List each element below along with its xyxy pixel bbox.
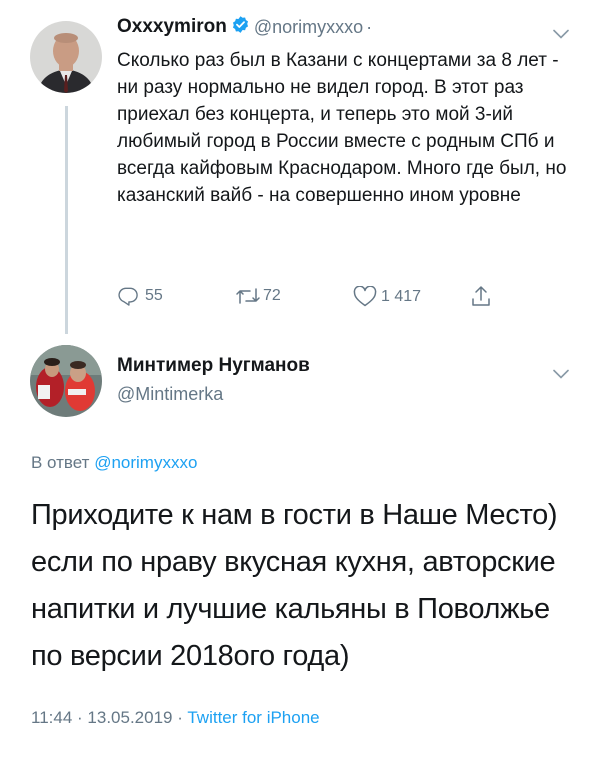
like-count: 1 417: [381, 287, 422, 305]
tweet2-source-link[interactable]: Twitter for iPhone: [187, 708, 319, 727]
replying-to-label: В ответ: [31, 453, 90, 472]
retweet-count: 72: [263, 287, 281, 304]
tweet2-meta: 11:44 · 13.05.2019 · Twitter for iPhone: [31, 708, 320, 728]
verified-badge-icon: [231, 15, 250, 39]
avatar-oxxxymiron[interactable]: [30, 21, 102, 93]
reply-count: 55: [145, 287, 163, 304]
heart-icon: [353, 286, 377, 307]
thread-connector-line: [65, 106, 68, 334]
tweet2-date: 13.05.2019: [87, 708, 173, 727]
retweet-button[interactable]: 72: [235, 287, 281, 305]
retweet-icon: [235, 287, 261, 305]
share-button[interactable]: [470, 284, 492, 308]
tweet2-menu-chevron-down-icon[interactable]: [553, 366, 569, 384]
like-button[interactable]: 1 417: [353, 286, 421, 307]
tweet2-display-name[interactable]: Минтимер Нугманов: [117, 355, 310, 377]
header-separator: ·: [366, 16, 373, 37]
tweet1-handle[interactable]: @norimyxxxo: [254, 17, 363, 38]
tweet1-text: Сколько раз был в Казани с концертами за…: [117, 50, 567, 206]
meta-dot-1: ·: [77, 708, 83, 727]
replying-to-handle-link[interactable]: @norimyxxxo: [94, 453, 197, 472]
tweet1-display-name[interactable]: Oxxxymiron: [117, 16, 227, 38]
meta-dot-2: ·: [177, 708, 183, 727]
tweet1-menu-chevron-down-icon[interactable]: [553, 26, 569, 44]
avatar-mintimer[interactable]: [30, 345, 102, 417]
avatar-oxxxymiron-image: [30, 21, 102, 93]
reply-button[interactable]: 55: [117, 286, 163, 306]
reply-icon: [117, 286, 139, 306]
tweet2-time: 11:44: [31, 708, 73, 727]
share-icon: [470, 284, 492, 308]
avatar-mintimer-image: [30, 345, 102, 417]
tweet2-handle[interactable]: @Mintimerka: [117, 384, 223, 405]
replying-to-line: В ответ @norimyxxxo: [31, 453, 197, 473]
tweet2-text: Приходите к нам в гости в Наше Место) ес…: [31, 499, 558, 672]
